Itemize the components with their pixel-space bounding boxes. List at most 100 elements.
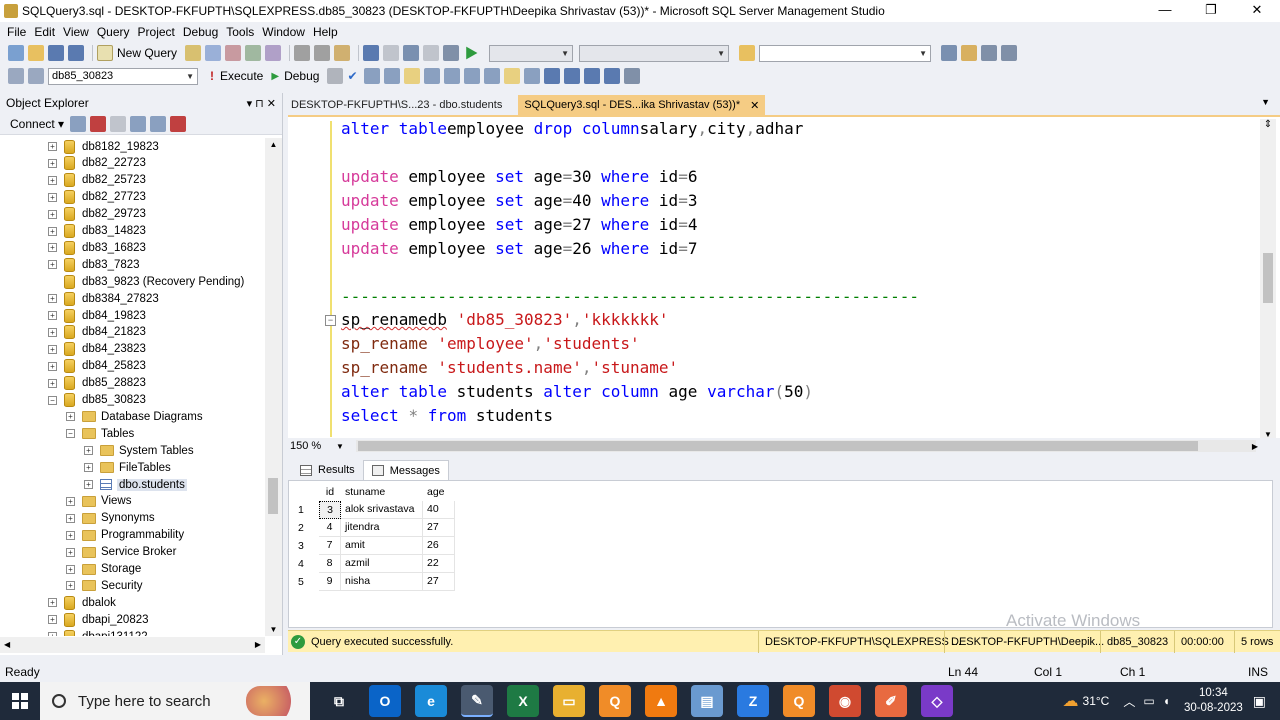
- query-designer-icon[interactable]: [383, 68, 400, 84]
- edge-icon[interactable]: e: [415, 685, 447, 717]
- filter-icon[interactable]: [130, 115, 147, 132]
- expand-node-icon[interactable]: +: [48, 175, 57, 185]
- expand-node-icon[interactable]: +: [48, 158, 57, 168]
- minimize-button[interactable]: —: [1142, 0, 1188, 22]
- chrome-icon[interactable]: ◉: [829, 685, 861, 717]
- table-cell[interactable]: 3: [319, 501, 341, 519]
- table-cell[interactable]: 4: [319, 519, 341, 537]
- save-icon[interactable]: [48, 45, 64, 61]
- tab-overflow-chevron-down-icon[interactable]: ▼: [1261, 97, 1270, 107]
- editor-vertical-scrollbar[interactable]: ⇕ ▼: [1260, 119, 1276, 439]
- template-explorer-icon[interactable]: [981, 45, 998, 61]
- results-to-text-icon[interactable]: [483, 68, 500, 84]
- include-actual-plan-icon[interactable]: [423, 68, 440, 84]
- menu-file[interactable]: File: [6, 25, 33, 39]
- table-cell[interactable]: 27: [423, 519, 455, 537]
- tree-item[interactable]: + db8182_19823: [48, 138, 159, 155]
- app-q1-icon[interactable]: Q: [599, 685, 631, 717]
- table-cell[interactable]: 8: [319, 555, 341, 573]
- tree-item[interactable]: + Security: [66, 577, 143, 594]
- tree-item[interactable]: + db82_29723: [48, 206, 146, 223]
- find-dropdown[interactable]: ▼: [759, 44, 932, 62]
- tree-item[interactable]: − db85_30823: [48, 392, 146, 409]
- outlook-icon[interactable]: O: [369, 685, 401, 717]
- navigate-backward-icon[interactable]: [403, 45, 420, 61]
- close-button[interactable]: ✕: [1234, 0, 1280, 22]
- tree-item[interactable]: + Service Broker: [66, 544, 176, 561]
- screenshot-icon[interactable]: [443, 45, 460, 61]
- table-row[interactable]: 3 7 amit 26: [293, 537, 455, 555]
- tree-item[interactable]: + db85_28823: [48, 375, 146, 392]
- expand-node-icon[interactable]: +: [48, 209, 57, 219]
- parse-icon[interactable]: ✔: [347, 69, 357, 83]
- tree-item[interactable]: + db83_14823: [48, 223, 146, 240]
- table-cell[interactable]: jitendra: [341, 519, 423, 537]
- live-query-statistics-icon[interactable]: [443, 68, 460, 84]
- tree-item[interactable]: + db82_27723: [48, 189, 146, 206]
- volume-icon[interactable]: ◖: [1163, 694, 1170, 708]
- restore-button[interactable]: ❐: [1188, 0, 1234, 22]
- tree-item[interactable]: + dbapi131122: [48, 628, 148, 636]
- menu-query[interactable]: Query: [96, 25, 137, 39]
- table-row[interactable]: 4 8 azmil 22: [293, 555, 455, 573]
- undo-icon[interactable]: [363, 45, 380, 61]
- decrease-indent-icon[interactable]: [583, 68, 600, 84]
- tree-item[interactable]: − Tables: [66, 425, 134, 442]
- ssms-icon[interactable]: ✎: [461, 685, 493, 717]
- refresh-icon[interactable]: [150, 115, 167, 132]
- code-line[interactable]: ----------------------------------------…: [341, 285, 919, 309]
- code-line[interactable]: update employee set age=26 where id=7: [341, 237, 697, 261]
- tree-item[interactable]: + db82_25723: [48, 172, 146, 189]
- table-row[interactable]: 5 9 nisha 27: [293, 573, 455, 591]
- code-line[interactable]: update employee set age=30 where id=6: [341, 165, 697, 189]
- table-cell[interactable]: azmil: [341, 555, 423, 573]
- notepad-icon[interactable]: ▤: [691, 685, 723, 717]
- menu-view[interactable]: View: [62, 25, 96, 39]
- tree-item[interactable]: + db82_22723: [48, 155, 146, 172]
- expand-node-icon[interactable]: +: [84, 463, 93, 473]
- cut-icon[interactable]: [294, 45, 311, 61]
- expand-node-icon[interactable]: +: [66, 412, 75, 422]
- connect-icon[interactable]: [8, 68, 24, 84]
- query-editor[interactable]: − ⇕ ▼ alter tableemployee drop columnsal…: [288, 115, 1280, 439]
- menu-window[interactable]: Window: [261, 25, 312, 39]
- split-handle-icon[interactable]: ⇕: [1260, 119, 1276, 130]
- notifications-icon[interactable]: ▣: [1253, 693, 1266, 710]
- expand-node-icon[interactable]: +: [48, 294, 57, 304]
- code-line[interactable]: update employee set age=27 where id=4: [341, 213, 697, 237]
- expand-node-icon[interactable]: +: [84, 480, 93, 489]
- start-icon[interactable]: [466, 46, 478, 60]
- tree-item[interactable]: + db83_7823: [48, 256, 140, 273]
- database-engine-query-icon[interactable]: [185, 45, 202, 61]
- expand-node-icon[interactable]: +: [48, 615, 57, 625]
- solution-platform-dropdown[interactable]: ▼: [579, 44, 730, 62]
- table-cell[interactable]: 7: [319, 537, 341, 555]
- expand-node-icon[interactable]: +: [48, 243, 57, 253]
- tree-item[interactable]: + Programmability: [66, 527, 184, 544]
- expand-node-icon[interactable]: +: [66, 547, 75, 557]
- find-in-files-icon[interactable]: [739, 45, 756, 61]
- scrollbar-thumb[interactable]: [358, 441, 1198, 451]
- dmx-query-icon[interactable]: [245, 45, 262, 61]
- zoom-chevron-down-icon[interactable]: ▼: [336, 442, 344, 451]
- expand-node-icon[interactable]: +: [48, 378, 57, 388]
- expand-node-icon[interactable]: +: [48, 226, 57, 236]
- code-line[interactable]: select * from students: [341, 404, 553, 428]
- code-line[interactable]: sp_renamedb 'db85_30823','kkkkkkk': [341, 308, 669, 332]
- increase-indent-icon[interactable]: [603, 68, 620, 84]
- chevron-right-icon[interactable]: ▶: [255, 640, 261, 649]
- tab-messages[interactable]: Messages: [362, 460, 449, 480]
- expand-node-icon[interactable]: +: [48, 327, 57, 337]
- table-cell[interactable]: amit: [341, 537, 423, 555]
- mdx-query-icon[interactable]: [225, 45, 242, 61]
- tree-item[interactable]: db83_9823 (Recovery Pending): [48, 273, 244, 290]
- expand-node-icon[interactable]: +: [48, 598, 57, 608]
- column-header[interactable]: age: [423, 486, 455, 498]
- new-query-button[interactable]: New Query: [117, 46, 177, 60]
- copy-icon[interactable]: [314, 45, 331, 61]
- expand-node-icon[interactable]: +: [66, 530, 75, 540]
- chevron-right-icon[interactable]: ▶: [1252, 442, 1258, 451]
- code-line[interactable]: alter table students alter column age va…: [341, 380, 813, 404]
- navigate-forward-icon[interactable]: [423, 45, 440, 61]
- menu-project[interactable]: Project: [137, 25, 182, 39]
